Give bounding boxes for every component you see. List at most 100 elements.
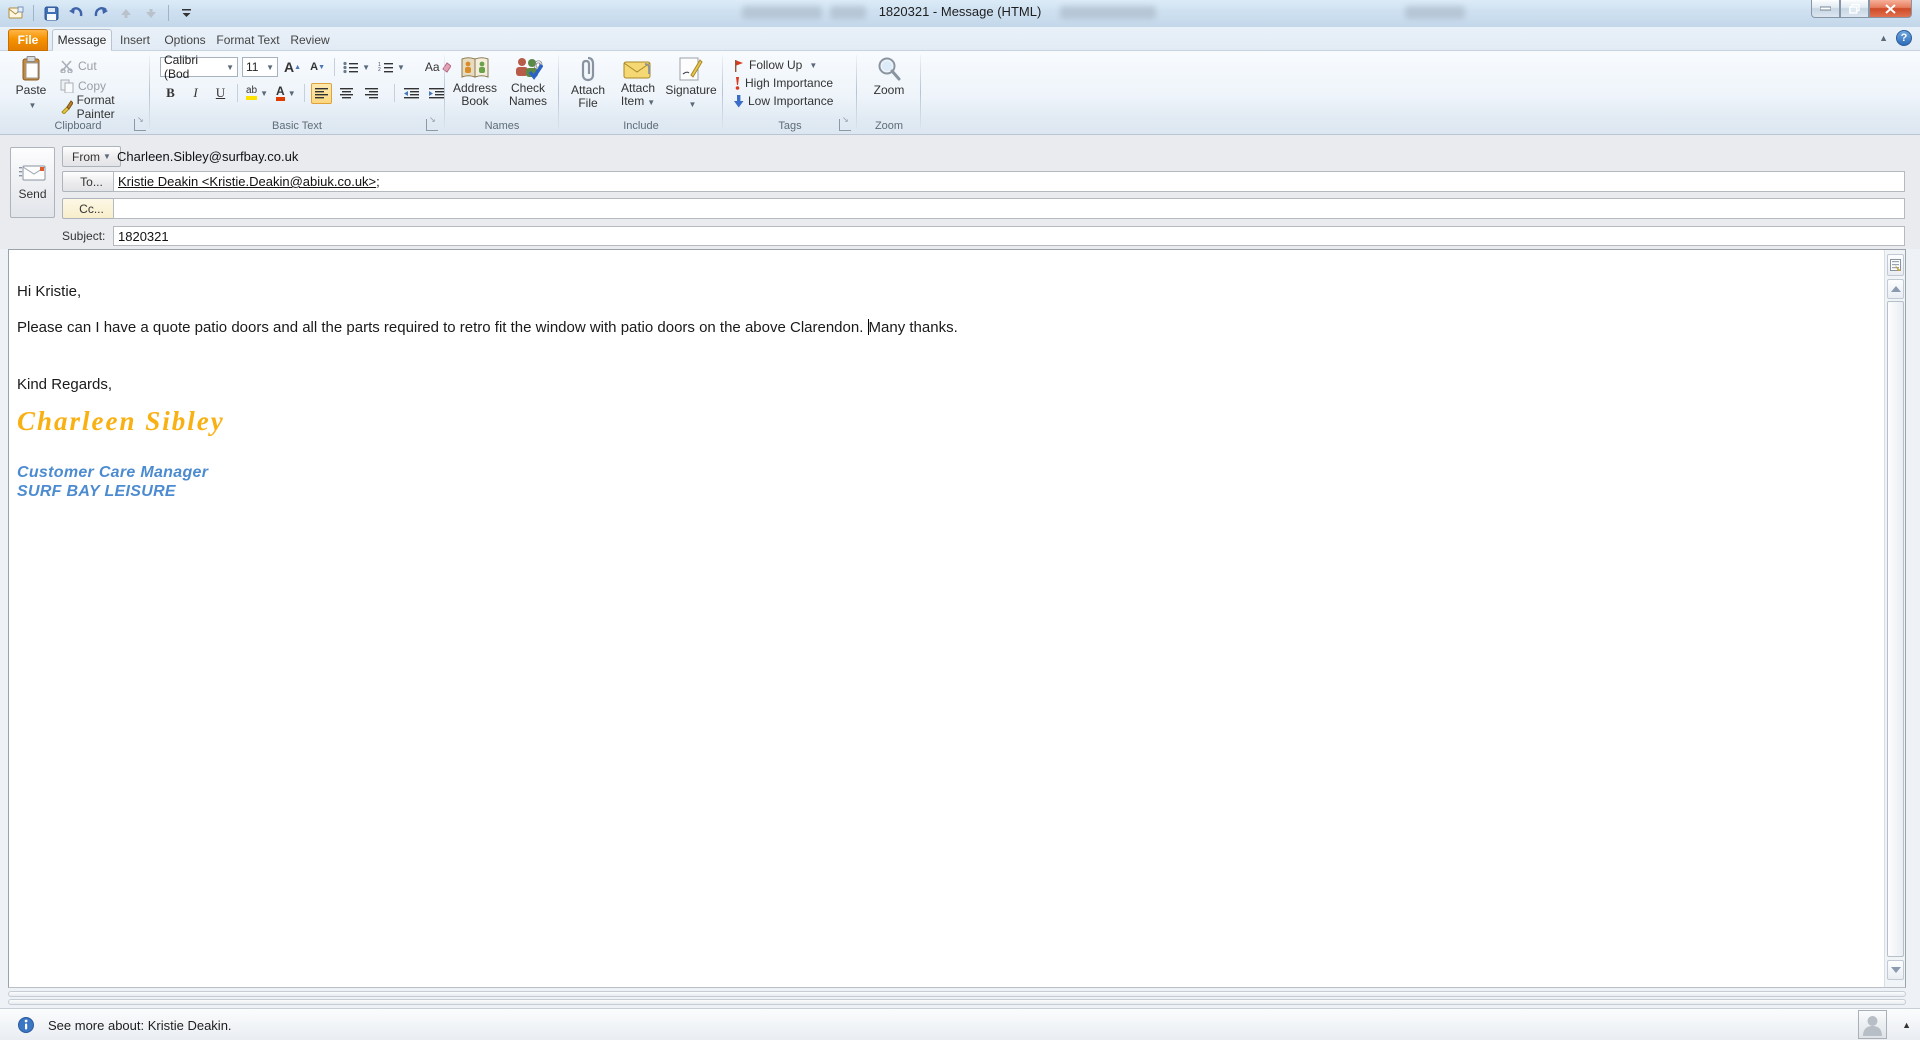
group-separator: [856, 55, 857, 129]
title-bar: 1820321 - Message (HTML): [0, 0, 1920, 27]
people-pane-status: See more about: Kristie Deakin.: [48, 1018, 232, 1033]
grow-font-button[interactable]: A ▲: [282, 57, 303, 78]
group-label-basic-text: Basic Text: [272, 120, 322, 132]
close-button[interactable]: [1869, 0, 1912, 18]
align-left-button[interactable]: [310, 82, 332, 104]
group-separator: [444, 55, 445, 129]
window-title: 1820321 - Message (HTML): [878, 4, 1042, 19]
text-highlight-button[interactable]: ab ▼: [244, 83, 270, 104]
redacted-text: [742, 6, 822, 19]
signature-company: SURF BAY LEISURE: [17, 483, 176, 500]
ruler-toggle-button[interactable]: [1887, 254, 1904, 276]
to-field[interactable]: Kristie Deakin <Kristie.Deakin@abiuk.co.…: [113, 171, 1905, 192]
ribbon-mini-controls: ▲ ?: [1879, 30, 1912, 46]
signature-title: Customer Care Manager: [17, 464, 209, 481]
help-icon[interactable]: ?: [1896, 30, 1912, 46]
check-names-button[interactable]: @ Check Names: [503, 54, 553, 116]
ribbon-group-basic-text: Calibri (Bod ▼ 11 ▼ A ▲ A ▼ ▼ 12 ▼ Aa B …: [152, 51, 451, 134]
bullets-button[interactable]: ▼: [341, 57, 372, 78]
format-painter-button[interactable]: Format Painter: [60, 93, 148, 121]
ribbon-tab-row: File Message Insert Options Format Text …: [0, 27, 1920, 51]
from-button[interactable]: From ▼: [62, 146, 121, 167]
numbering-button[interactable]: 12 ▼: [376, 57, 407, 78]
shrink-font-button[interactable]: A ▼: [307, 57, 328, 78]
tab-file[interactable]: File: [8, 29, 48, 51]
subject-field[interactable]: 1820321: [113, 226, 1905, 246]
signature-button[interactable]: Signature ▼: [665, 54, 717, 116]
redacted-text: [1060, 6, 1156, 19]
ribbon-group-include: Attach File Attach Item ▼ Signature ▼ Inclu…: [561, 51, 721, 134]
decrease-indent-button[interactable]: [401, 83, 422, 104]
bold-button[interactable]: B: [160, 83, 181, 104]
high-importance-button[interactable]: High Importance: [733, 74, 833, 92]
group-label-names: Names: [484, 120, 520, 132]
scrollbar-thumb[interactable]: [1887, 301, 1904, 957]
minimize-ribbon-icon[interactable]: ▲: [1879, 33, 1888, 43]
people-pane-splitter[interactable]: [8, 991, 1906, 997]
tab-insert[interactable]: Insert: [114, 29, 156, 51]
paste-button[interactable]: Paste ▼: [12, 54, 50, 116]
scroll-up-button[interactable]: [1887, 279, 1904, 299]
font-color-button[interactable]: A ▼: [274, 83, 298, 104]
to-recipient[interactable]: Kristie Deakin <Kristie.Deakin@abiuk.co.…: [118, 174, 376, 189]
contact-avatar[interactable]: [1858, 1010, 1887, 1039]
align-center-button[interactable]: [336, 83, 357, 104]
group-label-clipboard: Clipboard: [54, 120, 102, 132]
font-size-select[interactable]: 11 ▼: [242, 57, 278, 77]
group-separator: [722, 55, 723, 129]
svg-text:2: 2: [378, 67, 381, 73]
follow-up-button[interactable]: Follow Up ▼: [733, 56, 817, 74]
body-greeting: Hi Kristie,: [17, 283, 82, 300]
font-name-select[interactable]: Calibri (Bod ▼: [160, 53, 238, 81]
clipboard-dialog-launcher[interactable]: [134, 115, 146, 131]
person-silhouette-icon: [1863, 1016, 1882, 1036]
align-right-button[interactable]: [361, 83, 382, 104]
italic-button[interactable]: I: [185, 83, 206, 104]
body-closing: Kind Regards,: [17, 376, 113, 393]
message-text[interactable]: Hi Kristie, Please can I have a quote pa…: [9, 250, 1883, 987]
tab-review[interactable]: Review: [286, 29, 334, 51]
outlook-message-window: 1820321 - Message (HTML) File Message In…: [0, 0, 1920, 1040]
ribbon-group-zoom: Zoom Zoom: [859, 51, 919, 134]
underline-button[interactable]: U: [210, 83, 231, 104]
subject-label: Subject:: [62, 229, 106, 243]
message-body[interactable]: Hi Kristie, Please can I have a quote pa…: [8, 249, 1906, 988]
signature-name: Charleen Sibley: [17, 406, 225, 436]
basic-text-dialog-launcher[interactable]: [426, 115, 438, 131]
group-label-tags: Tags: [778, 120, 802, 132]
tab-format-text[interactable]: Format Text: [214, 29, 282, 51]
tab-message[interactable]: Message: [52, 29, 112, 51]
ribbon-group-clipboard: Paste ▼ Cut Copy Format Painter Clipboar…: [8, 51, 148, 134]
people-pane: See more about: Kristie Deakin. ▲: [0, 1008, 1920, 1040]
paste-dropdown-icon: ▼: [28, 101, 37, 110]
low-importance-button[interactable]: Low Importance: [733, 92, 833, 110]
minimize-button[interactable]: [1811, 0, 1840, 18]
address-book-button[interactable]: Address Book: [450, 54, 500, 116]
tags-dialog-launcher[interactable]: [839, 115, 851, 131]
attach-item-button[interactable]: Attach Item ▼: [613, 54, 663, 116]
body-paragraph: Please can I have a quote patio doors an…: [17, 319, 958, 336]
people-pane-splitter-handle[interactable]: [8, 999, 1906, 1005]
group-separator: [920, 55, 921, 129]
restore-button[interactable]: [1840, 0, 1869, 18]
redacted-text: [830, 6, 866, 19]
from-value: Charleen.Sibley@surfbay.co.uk: [117, 149, 299, 164]
tab-options[interactable]: Options: [160, 29, 210, 51]
expand-people-pane-icon[interactable]: ▲: [1902, 1020, 1911, 1030]
send-button[interactable]: Send: [10, 147, 55, 218]
message-header: Send From ▼ Charleen.Sibley@surfbay.co.uk…: [0, 135, 1920, 249]
group-separator: [558, 55, 559, 129]
send-envelope-icon: [18, 165, 45, 181]
zoom-button[interactable]: Zoom: [864, 54, 914, 116]
group-label-zoom: Zoom: [874, 120, 904, 132]
cut-button[interactable]: Cut: [60, 57, 97, 75]
ribbon-group-tags: Follow Up ▼ High Importance Low Importanc…: [725, 51, 855, 134]
attach-file-button[interactable]: Attach File: [565, 54, 611, 116]
ribbon: Paste ▼ Cut Copy Format Painter Clipboar…: [0, 51, 1920, 135]
scrollbar[interactable]: [1884, 250, 1905, 987]
ribbon-group-names: Address Book @ Check Names Names: [447, 51, 557, 134]
cc-field[interactable]: [113, 198, 1905, 219]
scroll-down-button[interactable]: [1887, 960, 1904, 980]
group-label-include: Include: [623, 120, 659, 132]
redacted-text: [1405, 6, 1465, 19]
